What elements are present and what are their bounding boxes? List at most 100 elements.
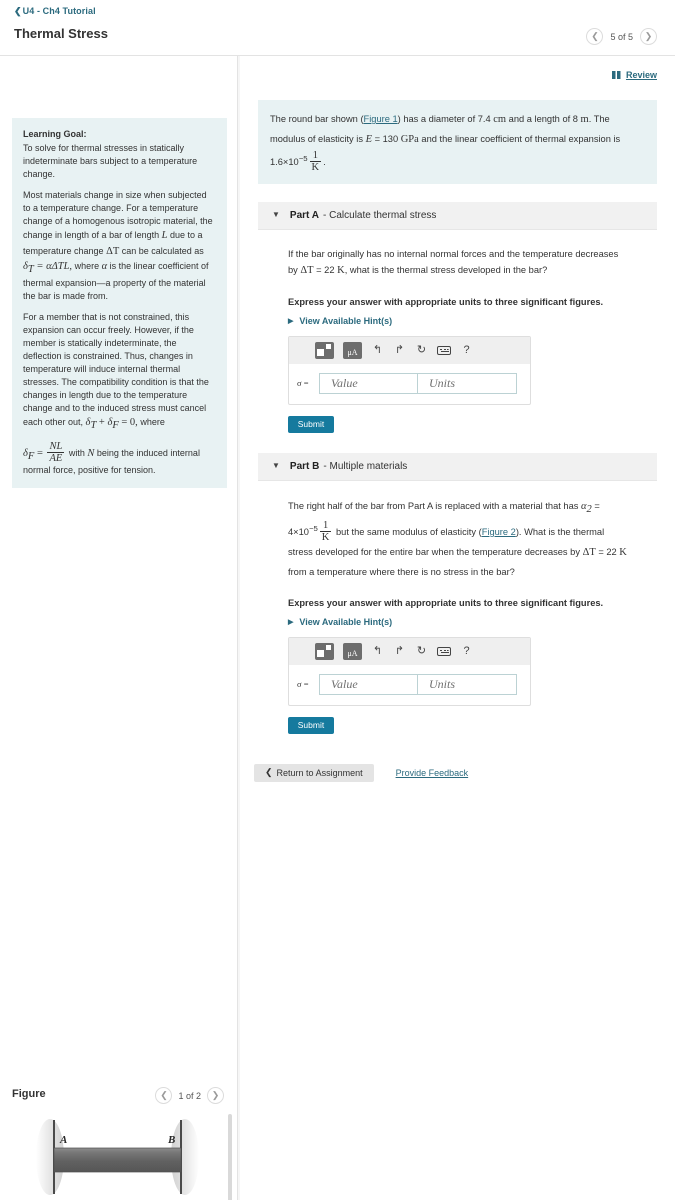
problem-period: . (323, 156, 326, 167)
pa-symbol-dT: ΔT (300, 265, 314, 277)
figure-prev-button[interactable]: ❮ (155, 1087, 173, 1104)
problem-line1-b: ) has a diameter of 7.4 (397, 114, 494, 124)
figure-header: Figure ❮ 1 of 2 ❯ (0, 1080, 237, 1110)
part-a-answer-row: σ = Value Units (289, 372, 530, 394)
figure-2-link[interactable]: Figure 2 (482, 527, 516, 537)
undo-icon[interactable]: ↰ (371, 344, 384, 356)
part-b-hints-toggle[interactable]: ▶ View Available Hint(s) (288, 617, 657, 627)
frac-den-K: K (309, 160, 322, 173)
part-a-units-input[interactable]: Units (418, 372, 517, 394)
undo-icon[interactable]: ↰ (371, 645, 384, 657)
breadcrumb-label: U4 - Ch4 Tutorial (22, 6, 96, 16)
top-header: ❮U4 - Ch4 Tutorial Thermal Stress ❮ 5 of… (0, 0, 675, 56)
problem-line2-a: = 130 (372, 133, 401, 144)
figure-1-link[interactable]: Figure 1 (364, 114, 398, 124)
back-chevron-icon: ❮ (265, 767, 273, 777)
greek-letters-icon[interactable]: μA (343, 341, 362, 359)
keyboard-icon[interactable] (437, 646, 451, 656)
equals-sign: = (34, 448, 46, 460)
chevron-down-icon[interactable]: ▼ (272, 211, 280, 219)
review-link[interactable]: Review (626, 70, 657, 80)
math-template-icon[interactable] (315, 341, 334, 359)
part-b-answer-widget: μA ↰ ↱ ↻ ? σ = Value Units (288, 636, 531, 706)
help-icon[interactable]: ? (460, 344, 473, 356)
redo-icon[interactable]: ↱ (393, 645, 406, 657)
pa-q-b: = 22 (313, 265, 338, 276)
math-template-icon[interactable] (315, 642, 334, 660)
redo-icon[interactable]: ↱ (393, 344, 406, 356)
figure-next-button[interactable]: ❯ (207, 1087, 224, 1104)
part-b-question: The right half of the bar from Part A is… (288, 497, 627, 582)
question-pager-label: 5 of 5 (610, 31, 633, 42)
para2-c: can be calculated as (119, 245, 204, 256)
problem-line1-c: and a length of 8 (506, 114, 581, 124)
left-pane: Learning Goal: To solve for thermal stre… (0, 56, 238, 1200)
pa-unit-K: K (337, 265, 345, 277)
chevron-right-icon: ▶ (288, 618, 294, 626)
part-a-hints-toggle[interactable]: ▶ View Available Hint(s) (288, 316, 657, 326)
return-to-assignment-button[interactable]: ❮ Return to Assignment (254, 763, 374, 782)
provide-feedback-link[interactable]: Provide Feedback (396, 768, 469, 778)
prev-question-button[interactable]: ❮ (586, 28, 604, 45)
pb-q-a: The right half of the bar from Part A is… (288, 500, 581, 511)
keyboard-icon[interactable] (437, 345, 451, 355)
return-to-assignment-label: Return to Assignment (276, 767, 363, 778)
pb-fraction-1-over-K: 1K (319, 519, 332, 543)
learning-goal-text: To solve for thermal stresses in statica… (23, 143, 198, 180)
pb-unit-K: K (619, 546, 627, 558)
part-a-answer-toolbar: μA ↰ ↱ ↻ ? (289, 336, 530, 364)
para3-a: For a member that is not constrained, th… (23, 311, 209, 428)
learning-goal-para3: For a member that is not constrained, th… (23, 311, 216, 433)
learning-goal-para2: Most materials change in size when subje… (23, 189, 216, 303)
figure-scrollbar[interactable] (228, 1114, 232, 1200)
part-a-value-input[interactable]: Value (319, 372, 418, 394)
learning-goal-intro: Learning Goal: To solve for thermal stre… (23, 128, 216, 181)
part-b-block: ▼ Part B - Multiple materials The right … (258, 452, 657, 734)
part-b-units-input[interactable]: Units (418, 673, 517, 695)
part-b-header[interactable]: ▼ Part B - Multiple materials (258, 452, 657, 481)
part-a-label: Part A (289, 209, 320, 221)
chevron-down-icon[interactable]: ▼ (272, 462, 280, 470)
reset-icon[interactable]: ↻ (415, 645, 428, 657)
unit-gpa: GPa (400, 133, 419, 145)
learning-goal-para4: δF = NL AE with N being the induced inter… (23, 441, 216, 477)
para4-mid: with (66, 448, 88, 459)
breadcrumb[interactable]: ❮U4 - Ch4 Tutorial (14, 6, 96, 17)
learning-goal-title: Learning Goal: (23, 129, 87, 139)
footer-actions: ❮ Return to Assignment Provide Feedback (254, 763, 675, 782)
review-row[interactable]: Review (611, 70, 657, 80)
figure-pager: ❮ 1 of 2 ❯ (155, 1087, 224, 1104)
part-b-value-input[interactable]: Value (319, 673, 418, 695)
chevron-right-icon: ▶ (288, 317, 294, 325)
help-icon[interactable]: ? (460, 645, 473, 657)
question-pager: ❮ 5 of 5 ❯ (586, 28, 657, 45)
part-a-instruction: Express your answer with appropriate uni… (288, 296, 604, 307)
back-chevron-icon: ❮ (14, 6, 22, 16)
part-a-body: If the bar originally has no internal no… (258, 230, 657, 433)
part-b-answer-toolbar: μA ↰ ↱ ↻ ? (289, 637, 530, 665)
pb-frac-num: 1 (322, 519, 329, 531)
fraction-1-over-K: 1K (309, 150, 322, 173)
part-a-var-label: σ = (297, 378, 309, 389)
part-a-submit-button[interactable]: Submit (288, 415, 334, 433)
fraction-numerator: NL (49, 441, 63, 453)
reset-icon[interactable]: ↻ (415, 344, 428, 356)
plus-sign: + (96, 417, 108, 429)
part-b-submit-button[interactable]: Submit (288, 716, 334, 734)
equals-zero: = 0, (118, 417, 138, 429)
pb-exponent: −5 (308, 523, 318, 533)
problem-line1-a: The round bar shown ( (270, 114, 364, 124)
fraction-denominator: AE (47, 452, 65, 464)
para2-eq-rest: = αΔTL, (33, 260, 73, 272)
greek-letters-icon[interactable]: μA (343, 642, 362, 660)
unit-cm: cm (493, 114, 507, 125)
fraction-NL-AE: NL AE (47, 441, 65, 464)
svg-text:A: A (59, 1134, 67, 1146)
figure-panel: Figure ❮ 1 of 2 ❯ A B (0, 1080, 237, 1200)
next-question-button[interactable]: ❯ (640, 28, 657, 45)
learning-goal-card: Learning Goal: To solve for thermal stre… (12, 118, 227, 489)
part-a-header[interactable]: ▼ Part A - Calculate thermal stress (258, 201, 657, 230)
pb-symbol-dT: ΔT (582, 546, 596, 558)
pb-q-c: but the same modulus of elasticity ( (333, 526, 482, 537)
figure-image[interactable]: A B (10, 1110, 228, 1200)
